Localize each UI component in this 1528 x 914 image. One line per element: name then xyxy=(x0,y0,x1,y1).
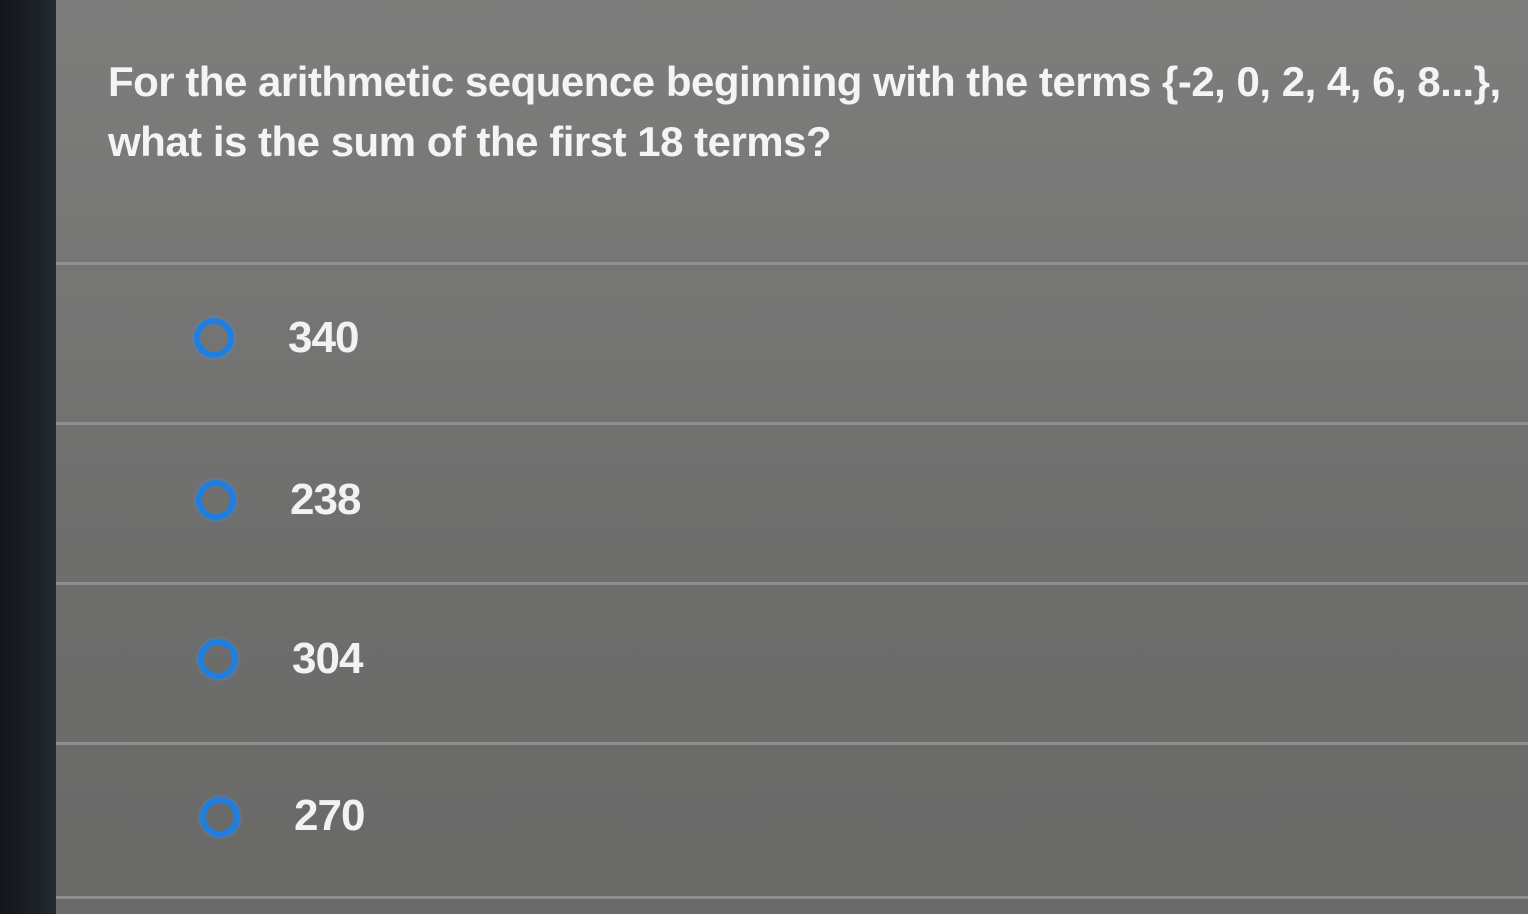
radio-button-icon[interactable] xyxy=(194,318,234,358)
monitor-bezel xyxy=(0,0,60,914)
question-text: For the arithmetic sequence beginning wi… xyxy=(108,52,1508,172)
radio-button-icon[interactable] xyxy=(196,480,236,520)
divider xyxy=(56,896,1528,899)
answer-label: 270 xyxy=(294,791,365,840)
answer-label: 304 xyxy=(292,634,363,683)
answer-option-3[interactable]: 304 xyxy=(56,585,1528,735)
answer-label: 340 xyxy=(288,313,359,362)
radio-button-icon[interactable] xyxy=(200,797,240,837)
answer-option-1[interactable]: 340 xyxy=(56,265,1528,415)
quiz-screen: For the arithmetic sequence beginning wi… xyxy=(56,0,1528,914)
question-line-2: what is the sum of the first 18 terms? xyxy=(108,118,832,165)
answer-option-2[interactable]: 238 xyxy=(56,425,1528,575)
answer-option-4[interactable]: 270 xyxy=(56,745,1528,895)
question-line-1: For the arithmetic sequence beginning wi… xyxy=(108,58,1501,105)
answer-label: 238 xyxy=(290,475,361,524)
radio-button-icon[interactable] xyxy=(198,639,238,679)
